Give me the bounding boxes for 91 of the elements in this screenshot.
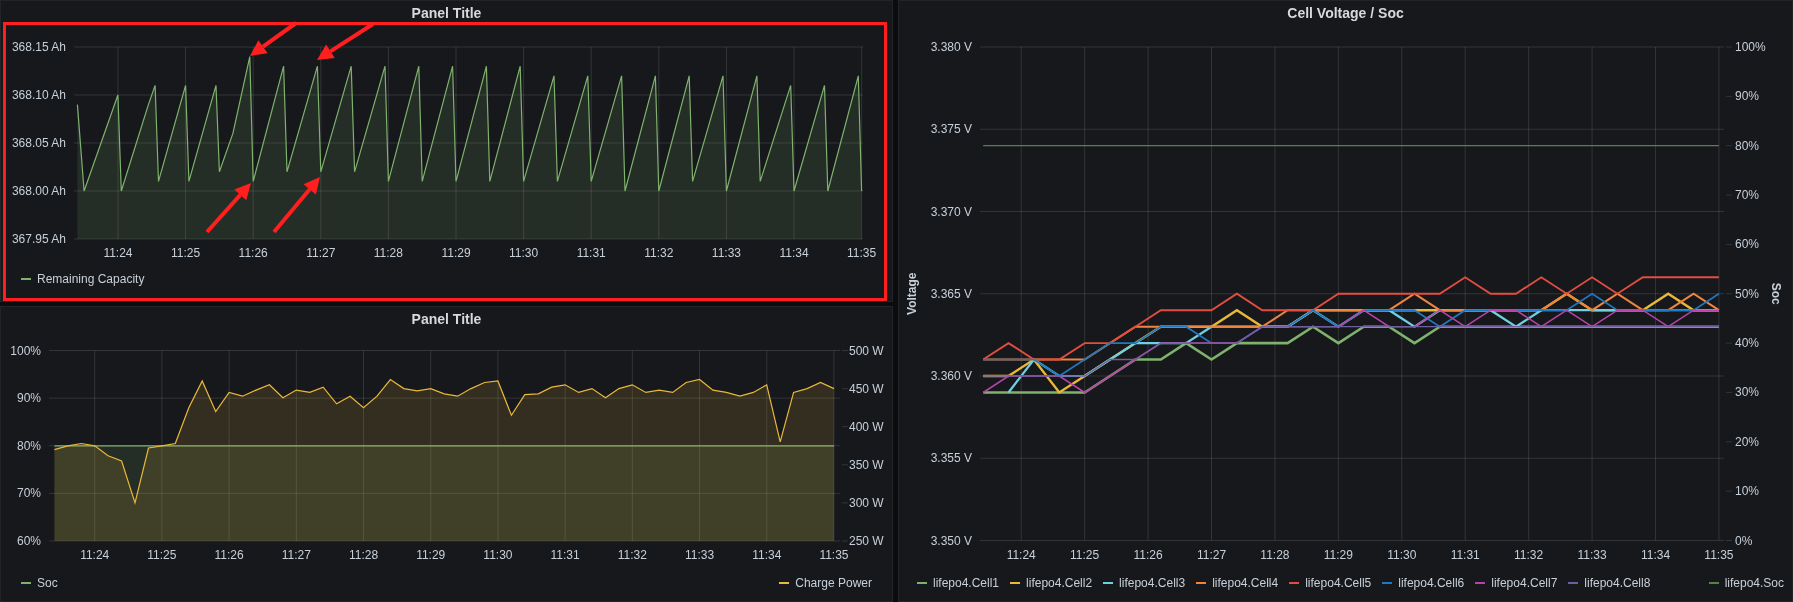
axis-tick-label: 40%: [1735, 336, 1760, 351]
axis-tick-label: 11:24: [80, 548, 110, 562]
axis-tick-label: 11:24: [1006, 548, 1036, 562]
axis-tick-label: 11:26: [238, 246, 268, 260]
axis-tick-label: 0%: [1735, 533, 1753, 548]
axis-tick-label: 400 W: [849, 419, 884, 434]
axis-tick-label: 11:27: [306, 246, 336, 260]
axis-tick-label: 11:29: [441, 246, 471, 260]
axis-tick-label: 11:35: [1704, 548, 1734, 562]
legend-label[interactable]: Charge Power: [795, 574, 872, 592]
axis-tick-label: 368.00 Ah: [11, 184, 66, 198]
axis-tick-label: 11:33: [711, 246, 741, 260]
axis-tick-label: 60%: [16, 534, 41, 548]
axis-tick-label: 70%: [1735, 188, 1760, 203]
axis-tick-label: 11:31: [576, 246, 606, 260]
axis-tick-label: 100%: [10, 343, 41, 358]
legend-label[interactable]: lifepo4.Soc: [1724, 574, 1784, 592]
axis-tick-label: 11:25: [1070, 548, 1100, 562]
axis-tick-label: 11:25: [147, 548, 177, 562]
axis-tick-label: 368.05 Ah: [11, 136, 66, 150]
axis-tick-label: 11:26: [214, 548, 244, 562]
axis-tick-label: 11:32: [617, 548, 647, 562]
axis-tick-label: 11:27: [281, 548, 311, 562]
axis-title: Voltage: [905, 272, 919, 315]
axis-tick-label: 3.365 V: [930, 286, 972, 301]
axis-tick-label: 10%: [1735, 484, 1760, 499]
arrow-annotation: [205, 183, 251, 234]
axis-tick-label: 3.375 V: [930, 122, 972, 137]
legend-label[interactable]: lifepo4.Cell5: [1305, 574, 1372, 592]
arrow-annotation: [272, 177, 320, 234]
axis-tick-label: 100%: [1735, 40, 1766, 54]
panel-title: Panel Title: [410, 4, 483, 23]
axis-tick-label: 11:31: [1450, 548, 1480, 562]
arrow-annotation: [250, 21, 298, 56]
legend-label[interactable]: lifepo4.Cell6: [1398, 574, 1465, 592]
axis-tick-label: 80%: [16, 438, 41, 453]
legend-label[interactable]: lifepo4.Cell8: [1584, 574, 1651, 592]
axis-tick-label: 11:35: [819, 548, 849, 562]
axis-tick-label: 11:35: [847, 246, 877, 260]
axis-tick-label: 11:32: [644, 246, 674, 260]
axis-tick-label: 11:28: [1260, 548, 1290, 562]
legend-label[interactable]: Remaining Capacity: [37, 270, 145, 288]
axis-tick-label: 3.360 V: [930, 369, 972, 383]
axis-tick-label: 11:28: [373, 246, 403, 260]
axis-tick-label: 3.380 V: [930, 40, 972, 54]
axis-tick-label: 11:30: [483, 548, 513, 562]
axis-tick-label: 500 W: [849, 343, 884, 358]
axis-tick-label: 20%: [1735, 434, 1760, 449]
axis-tick-label: 11:28: [348, 548, 379, 562]
axis-tick-label: 368.15 Ah: [11, 40, 66, 54]
legend-label[interactable]: Soc: [37, 574, 58, 592]
legend-label[interactable]: lifepo4.Cell4: [1212, 574, 1279, 592]
axis-tick-label: 3.355 V: [930, 451, 972, 466]
axis-tick-label: 368.10 Ah: [11, 88, 66, 102]
axis-tick-label: 11:30: [1387, 548, 1417, 562]
axis-tick-label: 11:29: [1323, 548, 1353, 562]
axis-tick-label: 90%: [16, 391, 41, 406]
axis-tick-label: 3.370 V: [930, 204, 972, 219]
axis-tick-label: 11:33: [684, 548, 715, 562]
axis-tick-label: 11:31: [550, 548, 580, 562]
axis-tick-label: 11:24: [103, 246, 133, 260]
axis-tick-label: 60%: [1735, 237, 1760, 252]
axis-tick-label: 70%: [16, 486, 41, 501]
axis-tick-label: 350 W: [849, 457, 884, 472]
legend-label[interactable]: lifepo4.Cell3: [1119, 574, 1186, 592]
axis-tick-label: 50%: [1735, 286, 1760, 301]
axis-tick-label: 11:34: [752, 548, 782, 562]
axis-tick-label: 367.95 Ah: [11, 232, 66, 246]
axis-tick-label: 11:33: [1577, 548, 1607, 562]
axis-tick-label: 11:27: [1196, 548, 1227, 562]
legend-label[interactable]: lifepo4.Cell7: [1491, 574, 1558, 592]
axis-tick-label: 11:26: [1133, 548, 1163, 562]
arrow-annotation: [317, 22, 375, 60]
panel-title: Panel Title: [410, 310, 483, 329]
legend-label[interactable]: lifepo4.Cell1: [933, 574, 1000, 592]
panel-title: Cell Voltage / Soc: [1286, 4, 1405, 23]
axis-tick-label: 11:34: [779, 246, 809, 260]
axis-tick-label: 80%: [1735, 138, 1760, 153]
axis-tick-label: 30%: [1735, 385, 1760, 400]
axis-tick-label: 300 W: [849, 495, 884, 510]
legend-label[interactable]: lifepo4.Cell2: [1026, 574, 1093, 592]
axis-title: Soc: [1769, 282, 1783, 305]
axis-tick-label: 11:25: [171, 246, 201, 260]
axis-tick-label: 90%: [1735, 89, 1760, 104]
axis-tick-label: 11:34: [1640, 548, 1671, 562]
axis-tick-label: 11:32: [1514, 548, 1544, 562]
axis-tick-label: 250 W: [849, 534, 884, 548]
axis-tick-label: 11:30: [509, 246, 539, 260]
axis-tick-label: 3.350 V: [930, 533, 972, 548]
axis-tick-label: 11:29: [416, 548, 446, 562]
axis-tick-label: 450 W: [849, 381, 884, 396]
